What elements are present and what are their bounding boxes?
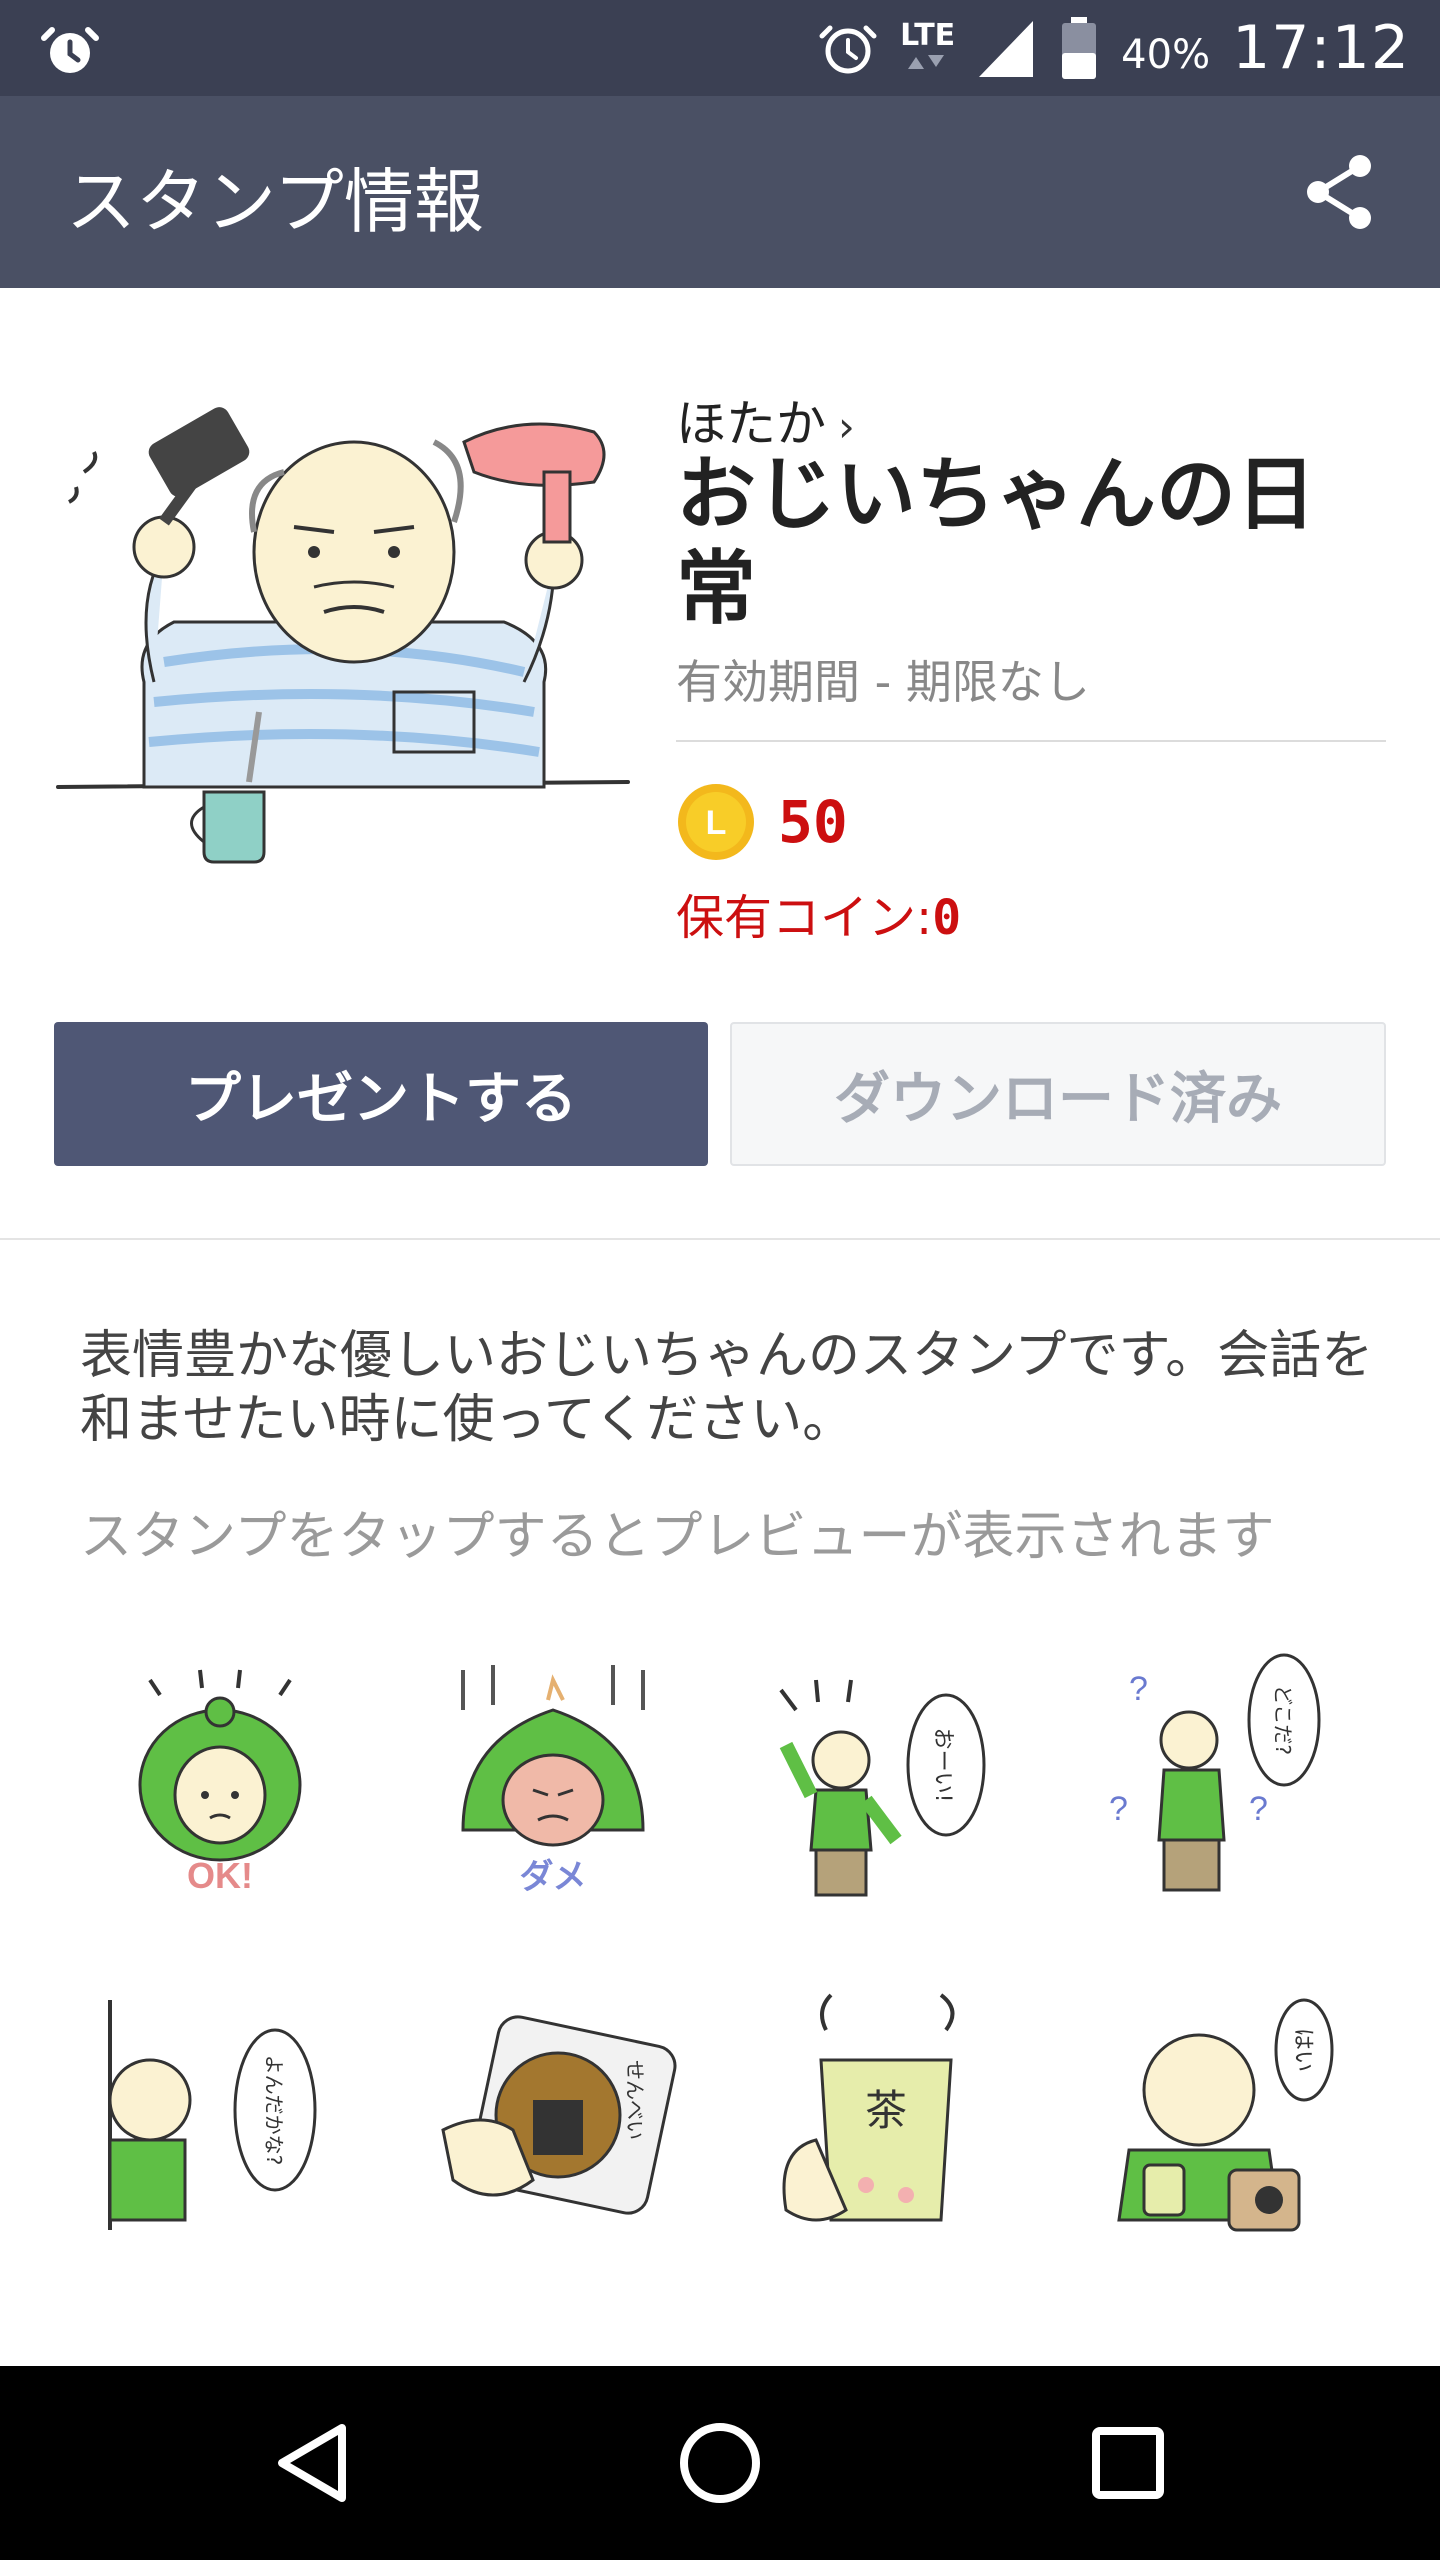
sticker-caption: おーい! bbox=[930, 1728, 955, 1803]
sticker-pack-main-image bbox=[56, 407, 630, 864]
preview-hint: スタンプをタップするとプレビューが表示されます bbox=[80, 1507, 1275, 1567]
battery-percent: 40% bbox=[1121, 32, 1211, 78]
owned-coins: 保有コイン:0 bbox=[676, 878, 961, 948]
svg-text:?: ? bbox=[1109, 1790, 1128, 1828]
sticker-pack-title: おじいちゃんの日常 bbox=[676, 448, 1316, 635]
page-title: スタンプ情報 bbox=[66, 161, 484, 243]
svg-text:?: ? bbox=[1129, 1670, 1148, 1708]
author-link[interactable]: ほたか › bbox=[676, 384, 855, 456]
sticker-ok[interactable]: OK! bbox=[90, 1650, 350, 1910]
clock-time: 17:12 bbox=[1232, 13, 1410, 83]
data-arrows-icon bbox=[908, 55, 945, 69]
recents-square-icon[interactable] bbox=[1078, 2413, 1178, 2513]
sticker-pack-description: 表情豊かな優しいおじいちゃんのスタンプです。会話を和ませたい時に使ってください。 bbox=[80, 1326, 1374, 1450]
sticker-caption: はい bbox=[1290, 2028, 1315, 2072]
sticker-caption: せんべい bbox=[623, 2060, 647, 2140]
line-coin-icon: L bbox=[678, 784, 754, 860]
home-circle-icon[interactable] bbox=[670, 2413, 770, 2513]
price-row: L 50 bbox=[676, 782, 848, 862]
sticker-hai[interactable]: はい bbox=[1089, 1990, 1349, 2250]
section-divider bbox=[0, 1238, 1440, 1240]
sticker-caption: OK! bbox=[187, 1855, 253, 1896]
app-bar: スタンプ情報 bbox=[0, 96, 1440, 288]
sticker-cha[interactable]: 茶 bbox=[756, 1990, 1016, 2250]
network-label: LTE bbox=[900, 18, 956, 53]
navigation-bar bbox=[0, 2366, 1440, 2560]
sticker-yonda[interactable]: よんだかな? bbox=[90, 1990, 350, 2250]
owned-coins-label: 保有コイン: bbox=[676, 890, 933, 946]
sticker-oi[interactable]: おーい! bbox=[756, 1650, 1016, 1910]
alarm-icon bbox=[41, 27, 99, 73]
author-name: ほたか bbox=[676, 395, 826, 453]
svg-text:?: ? bbox=[1249, 1790, 1268, 1828]
battery-icon bbox=[1062, 17, 1097, 79]
sticker-caption: どこだ? bbox=[1271, 1685, 1295, 1755]
sticker-dame[interactable]: ダメ bbox=[423, 1650, 683, 1910]
back-triangle-icon[interactable] bbox=[262, 2413, 362, 2513]
alarm-clock-icon bbox=[819, 25, 877, 74]
sticker-dokoda[interactable]: ? ? ? どこだ? bbox=[1089, 1650, 1349, 1910]
sticker-caption: ダメ bbox=[520, 1857, 587, 1897]
network-indicator: LTE bbox=[900, 21, 955, 75]
coin-letter: L bbox=[706, 804, 727, 842]
present-button[interactable]: プレゼントする bbox=[54, 1022, 708, 1166]
downloaded-button: ダウンロード済み bbox=[730, 1022, 1386, 1166]
owned-coins-count: 0 bbox=[932, 890, 962, 946]
sticker-senbei[interactable]: せんべい bbox=[423, 1990, 683, 2250]
sticker-caption: よんだかな? bbox=[262, 2055, 286, 2166]
chevron-right-icon: › bbox=[838, 402, 855, 451]
share-icon[interactable] bbox=[1300, 152, 1380, 232]
sticker-caption: 茶 bbox=[865, 2086, 907, 2135]
sticker-grid: OK! ダメ おーい! ? ? ? どこだ? よんだかな? せんべい 茶 はい bbox=[90, 1650, 1350, 2250]
signal-icon bbox=[979, 21, 1034, 77]
validity-period: 有効期間 - 期限なし bbox=[676, 655, 1090, 709]
status-bar: LTE 40% 17:12 bbox=[0, 0, 1440, 96]
divider bbox=[676, 740, 1386, 742]
price-value: 50 bbox=[778, 788, 848, 856]
